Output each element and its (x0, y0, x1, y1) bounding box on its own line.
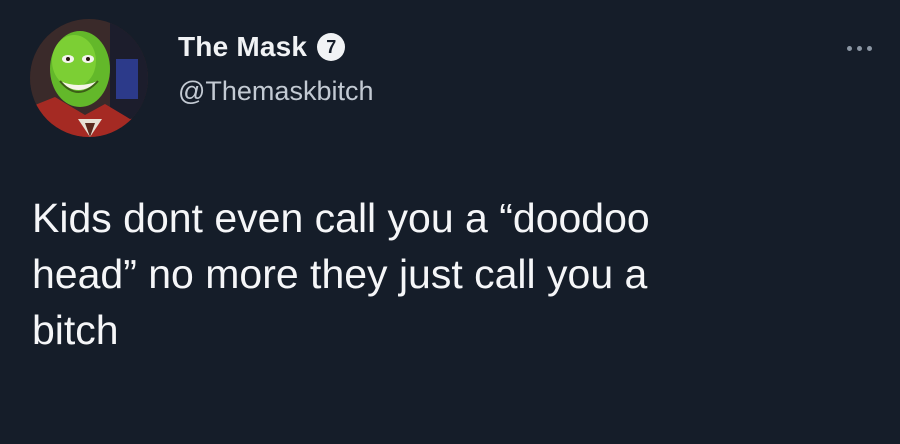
author-row: The Mask 7 (178, 27, 346, 67)
author-display-name[interactable]: The Mask (178, 31, 307, 63)
tweet-text-line: head” no more they just call you a (32, 251, 648, 297)
tweet-text-line: Kids dont even call you a “doodoo (32, 195, 650, 241)
number-badge-icon: 7 (317, 33, 346, 61)
mask-face-icon (30, 19, 148, 137)
avatar[interactable] (30, 19, 148, 137)
tweet-text: Kids dont even call you a “doodoo head” … (32, 190, 872, 358)
author-handle[interactable]: @Themaskbitch (178, 76, 373, 107)
more-dot (856, 45, 862, 51)
more-dot (866, 45, 872, 51)
tweet-text-line: bitch (32, 307, 119, 353)
more-options-icon[interactable] (836, 36, 882, 60)
tweet-card: The Mask 7 @Themaskbitch Kids dont even … (0, 0, 900, 444)
more-dot (846, 45, 852, 51)
